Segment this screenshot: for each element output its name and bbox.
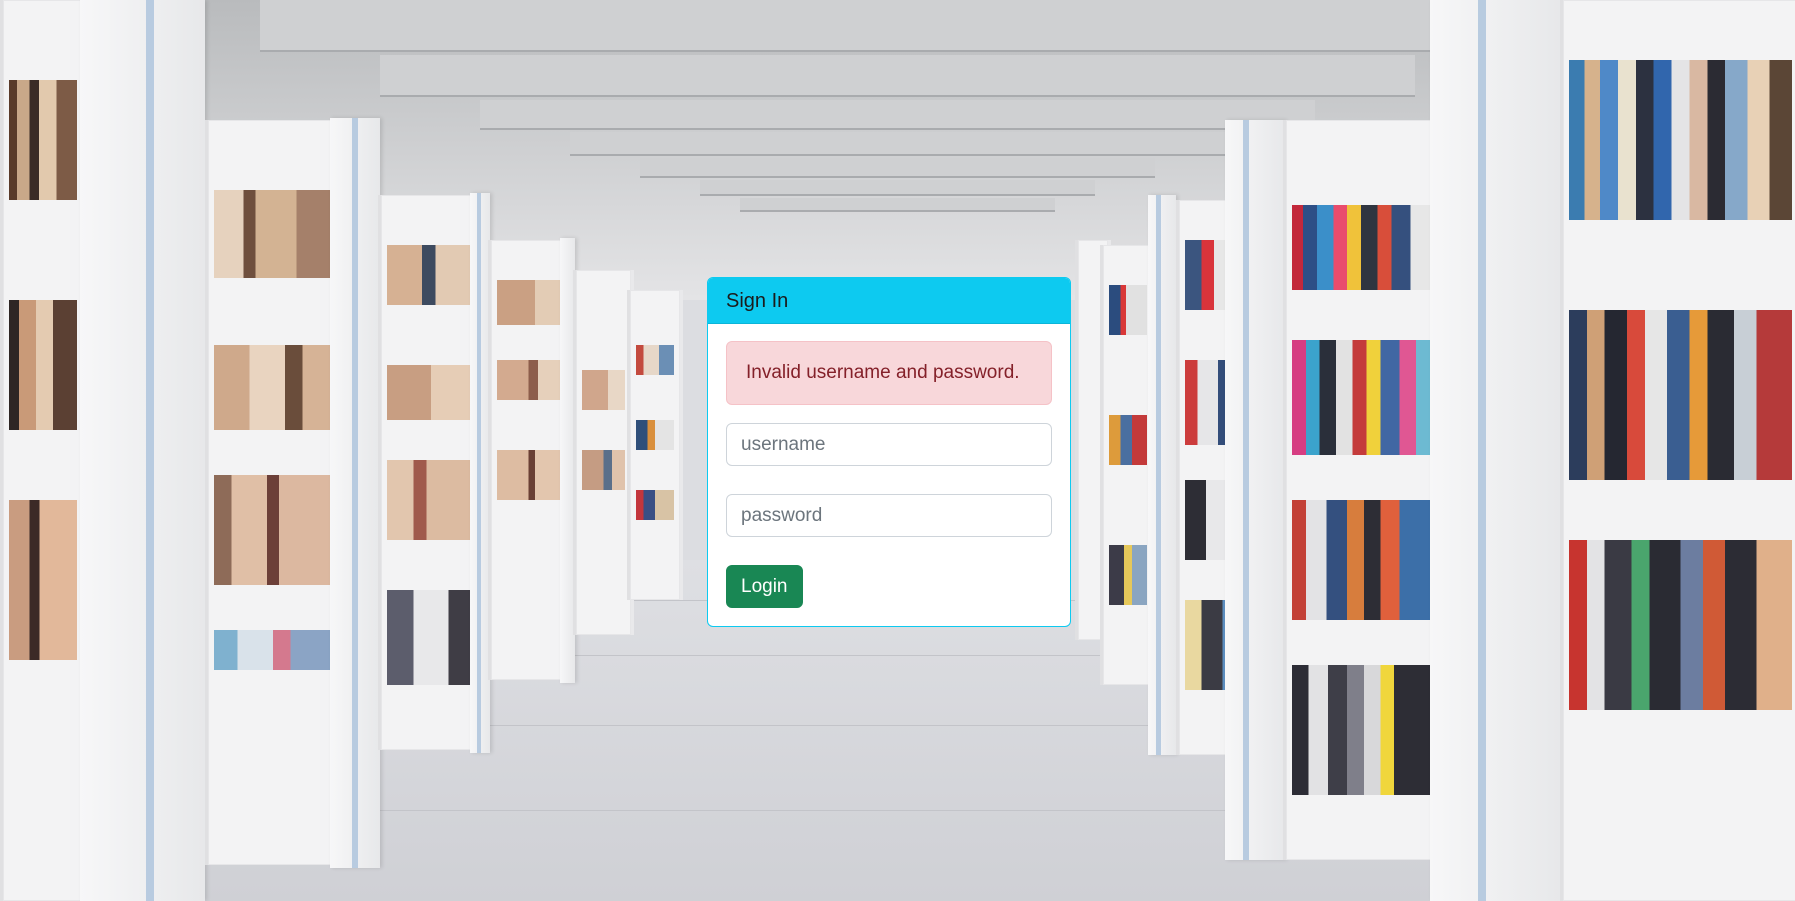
card-header: Sign In [708, 278, 1070, 324]
sign-in-card: Sign In Invalid username and password. L… [707, 277, 1071, 627]
error-alert: Invalid username and password. [726, 341, 1052, 405]
card-title: Sign In [726, 290, 789, 312]
password-input[interactable] [726, 494, 1052, 537]
login-button[interactable]: Login [726, 565, 803, 608]
username-input[interactable] [726, 423, 1052, 466]
card-body: Invalid username and password. Login [708, 324, 1070, 608]
